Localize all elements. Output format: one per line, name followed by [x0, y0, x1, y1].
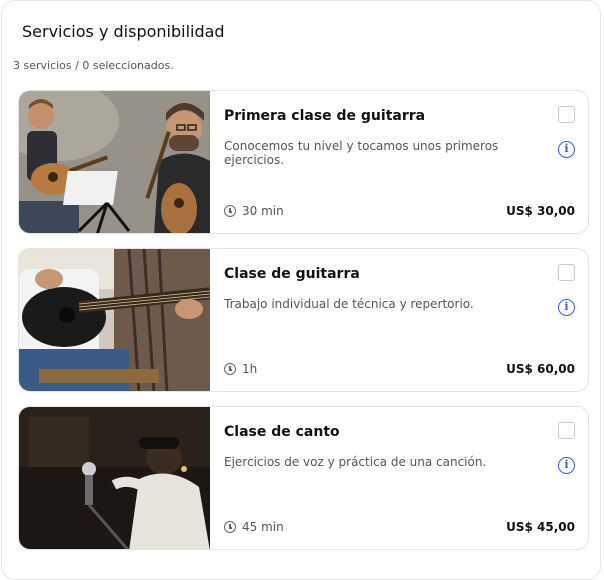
service-name: Primera clase de guitarra — [224, 108, 426, 124]
guitar-lesson-photo — [19, 91, 210, 233]
select-checkbox[interactable] — [558, 422, 575, 439]
info-icon[interactable]: i — [558, 141, 575, 158]
service-price: US$ 30,00 — [506, 204, 575, 218]
select-checkbox[interactable] — [558, 264, 575, 281]
selection-count: 3 servicios / 0 seleccionados. — [13, 59, 174, 72]
duration-label: 45 min — [242, 520, 284, 534]
service-name: Clase de canto — [224, 424, 340, 440]
page-title: Servicios y disponibilidad — [22, 22, 225, 41]
service-description: Ejercicios de voz y práctica de una canc… — [224, 455, 487, 469]
service-photo — [19, 407, 210, 549]
guitar-closeup-photo — [19, 249, 210, 391]
duration-label: 30 min — [242, 204, 284, 218]
clock-icon — [224, 521, 236, 533]
duration-label: 1h — [242, 362, 258, 376]
service-duration: 45 min — [224, 520, 284, 534]
singing-studio-photo — [19, 407, 210, 549]
clock-icon — [224, 363, 236, 375]
info-icon[interactable]: i — [558, 457, 575, 474]
service-card-primera-clase[interactable]: Primera clase de guitarra Conocemos tu n… — [18, 90, 589, 234]
select-checkbox[interactable] — [558, 106, 575, 123]
service-photo — [19, 249, 210, 391]
service-duration: 1h — [224, 362, 257, 376]
info-icon[interactable]: i — [558, 299, 575, 316]
services-panel: Servicios y disponibilidad 3 servicios /… — [1, 0, 601, 580]
service-description: Conocemos tu nivel y tocamos unos primer… — [224, 139, 499, 167]
service-card-clase-guitarra[interactable]: Clase de guitarra Trabajo individual de … — [18, 248, 589, 392]
service-photo — [19, 91, 210, 233]
service-name: Clase de guitarra — [224, 266, 360, 282]
service-description: Trabajo individual de técnica y repertor… — [224, 297, 474, 311]
service-price: US$ 60,00 — [506, 362, 575, 376]
service-price: US$ 45,00 — [506, 520, 575, 534]
clock-icon — [224, 205, 236, 217]
service-card-clase-canto[interactable]: Clase de canto Ejercicios de voz y práct… — [18, 406, 589, 550]
service-duration: 30 min — [224, 204, 284, 218]
